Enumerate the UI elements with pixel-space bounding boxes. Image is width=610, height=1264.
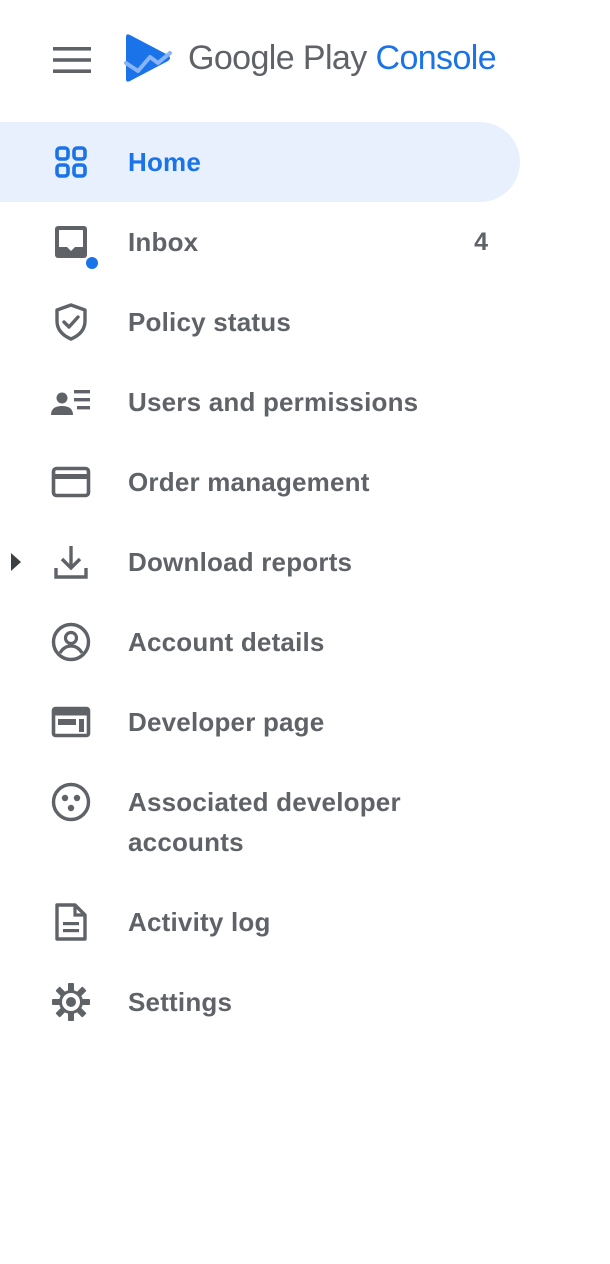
play-console-logo-icon: [124, 34, 172, 82]
nav-label-inbox: Inbox: [128, 227, 199, 257]
nav-item-developer-page[interactable]: Developer page: [0, 682, 520, 762]
nav-label-activity-log: Activity log: [128, 907, 271, 937]
nav-label-developer-page: Developer page: [128, 707, 325, 737]
google-play-console-logo[interactable]: Google Play Console: [124, 32, 497, 84]
inbox-count-badge: 4: [474, 228, 488, 256]
hamburger-menu-icon: [53, 47, 91, 73]
web-page-icon: [50, 701, 92, 743]
nav-label-order-management: Order management: [128, 467, 370, 497]
nav-label-settings: Settings: [128, 987, 233, 1017]
app-header: Google Play Console: [0, 0, 610, 122]
document-icon: [50, 901, 92, 943]
nav-item-settings[interactable]: Settings: [0, 962, 520, 1042]
nav-label-users-and-permissions: Users and permissions: [128, 387, 419, 417]
nav-item-users-and-permissions[interactable]: Users and permissions: [0, 362, 520, 442]
logo-text-google-play: Google Play: [188, 39, 367, 77]
nav-item-home[interactable]: Home: [0, 122, 520, 202]
expand-arrow-icon[interactable]: [11, 553, 21, 571]
credit-card-icon: [50, 461, 92, 503]
account-circle-icon: [50, 621, 92, 663]
nav-item-associated-developer-accounts[interactable]: Associated developer accounts: [0, 762, 520, 882]
nav-label-download-reports: Download reports: [128, 547, 353, 577]
users-list-icon: [50, 381, 92, 423]
nav-item-activity-log[interactable]: Activity log: [0, 882, 520, 962]
logo-text-console: Console: [375, 39, 497, 77]
sidebar-nav: Home Inbox 4 Policy status Users and per…: [0, 122, 610, 1042]
nav-label-home: Home: [128, 147, 202, 177]
nav-item-download-reports[interactable]: Download reports: [0, 522, 520, 602]
nav-item-policy-status[interactable]: Policy status: [0, 282, 520, 362]
nav-label-policy-status: Policy status: [128, 307, 291, 337]
download-icon: [50, 541, 92, 583]
linked-accounts-icon: [50, 781, 92, 823]
shield-check-icon: [50, 301, 92, 343]
unread-dot: [84, 255, 100, 271]
nav-label-associated-developer-accounts: Associated developer accounts: [128, 787, 401, 857]
nav-item-inbox[interactable]: Inbox 4: [0, 202, 520, 282]
gear-icon: [50, 981, 92, 1023]
nav-item-order-management[interactable]: Order management: [0, 442, 520, 522]
main-menu-button[interactable]: [46, 34, 98, 86]
nav-item-account-details[interactable]: Account details: [0, 602, 520, 682]
dashboard-grid-icon: [50, 141, 92, 183]
nav-label-account-details: Account details: [128, 627, 325, 657]
